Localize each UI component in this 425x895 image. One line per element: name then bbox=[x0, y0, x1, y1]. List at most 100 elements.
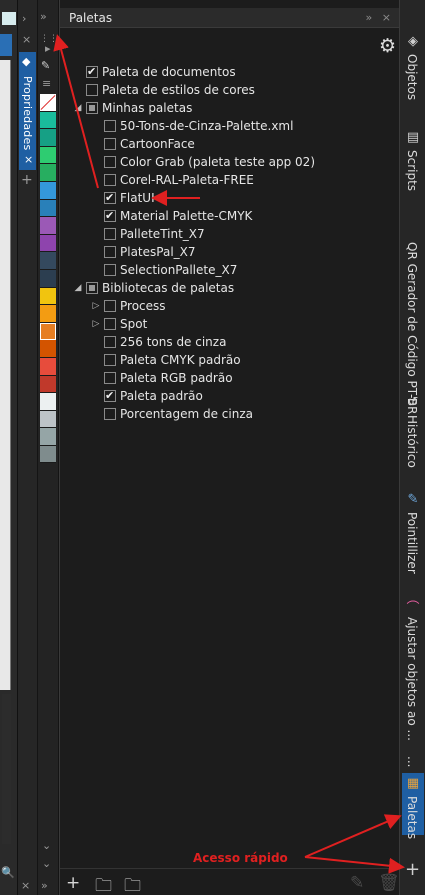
tree-row[interactable]: ▷ Process bbox=[60, 297, 400, 315]
palette-checkbox[interactable] bbox=[104, 228, 116, 240]
palette-checkbox[interactable] bbox=[104, 354, 116, 366]
palette-checkbox[interactable] bbox=[104, 300, 116, 312]
tree-row[interactable]: Color Grab (paleta teste app 02) bbox=[60, 153, 400, 171]
close-icon[interactable]: × bbox=[22, 34, 31, 46]
tree-row[interactable]: Corel-RAL-Paleta-FREE bbox=[60, 171, 400, 189]
color-swatch[interactable] bbox=[40, 129, 56, 147]
palette-checkbox[interactable] bbox=[104, 138, 116, 150]
color-swatch[interactable] bbox=[40, 252, 56, 270]
tree-row[interactable]: Paleta de documentos bbox=[60, 63, 400, 81]
docker-header-buttons[interactable]: » × bbox=[366, 11, 394, 24]
color-swatch[interactable] bbox=[40, 269, 56, 288]
tree-row[interactable]: ▷ Spot bbox=[60, 315, 400, 333]
tree-row[interactable]: CartoonFace bbox=[60, 135, 400, 153]
tree-row[interactable]: Material Palette-CMYK bbox=[60, 207, 400, 225]
palette-checkbox[interactable] bbox=[104, 336, 116, 348]
palette-checkbox[interactable] bbox=[104, 246, 116, 258]
tree-row[interactable]: FlatUI bbox=[60, 189, 400, 207]
delete-palette-icon[interactable]: 🗑 bbox=[378, 873, 400, 893]
color-swatch[interactable] bbox=[40, 217, 56, 235]
expand-arrow-icon[interactable]: ▷ bbox=[91, 315, 101, 333]
palette-checkbox[interactable] bbox=[104, 189, 116, 207]
palette-checkbox[interactable] bbox=[104, 318, 116, 330]
collapse-arrow-icon[interactable]: ◢ bbox=[73, 279, 83, 297]
color-swatch[interactable] bbox=[40, 199, 56, 218]
new-palette-from-selection-icon[interactable]: 🗀 bbox=[124, 873, 141, 895]
right-tab-scripts[interactable]: ▤ Scripts bbox=[402, 130, 424, 191]
palette-checkbox[interactable] bbox=[104, 387, 116, 405]
tree-row[interactable]: 256 tons de cinza bbox=[60, 333, 400, 351]
tree-row[interactable]: PlatesPal_X7 bbox=[60, 243, 400, 261]
palette-checkbox[interactable] bbox=[104, 372, 116, 384]
tree-row[interactable]: Paleta CMYK padrão bbox=[60, 351, 400, 369]
color-swatch[interactable] bbox=[40, 375, 56, 394]
palette-label: CartoonFace bbox=[120, 137, 195, 151]
color-swatch[interactable] bbox=[40, 322, 56, 341]
expand-palette-icon[interactable]: » bbox=[41, 880, 48, 892]
tree-row[interactable]: 50-Tons-de-Cinza-Palette.xml bbox=[60, 117, 400, 135]
document-page[interactable] bbox=[0, 60, 11, 690]
right-tab-ajustar-objetos-ao[interactable]: ⌒ Ajustar objetos ao ... bbox=[402, 597, 424, 741]
tree-row[interactable]: Paleta de estilos de cores bbox=[60, 81, 400, 99]
palette-checkbox[interactable] bbox=[86, 102, 98, 114]
tree-row[interactable]: Paleta padrão bbox=[60, 387, 400, 405]
tree-row[interactable]: ◢ Bibliotecas de paletas bbox=[60, 279, 400, 297]
palette-checkbox[interactable] bbox=[104, 408, 116, 420]
tree-row[interactable]: Paleta RGB padrão bbox=[60, 369, 400, 387]
palette-checkbox[interactable] bbox=[104, 174, 116, 186]
color-swatch[interactable] bbox=[40, 146, 56, 165]
right-tab-objetos[interactable]: ◈ Objetos bbox=[402, 34, 424, 100]
tree-row[interactable]: SelectionPallete_X7 bbox=[60, 261, 400, 279]
color-swatch[interactable] bbox=[40, 410, 56, 429]
palette-scroll-up-icon[interactable]: ▸ bbox=[45, 43, 51, 55]
palette-checkbox[interactable] bbox=[86, 84, 98, 96]
collapse-icon[interactable]: × bbox=[21, 880, 30, 892]
tab-propriedades[interactable]: ◆ Propriedades × bbox=[19, 52, 36, 170]
tree-row[interactable]: ◢ Minhas paletas bbox=[60, 99, 400, 117]
current-color-swatch[interactable] bbox=[2, 12, 16, 25]
zoom-icon[interactable]: 🔍 bbox=[1, 866, 15, 879]
color-swatch[interactable] bbox=[40, 287, 56, 306]
eyedropper-icon[interactable]: ✎ bbox=[41, 60, 50, 72]
no-color-swatch[interactable] bbox=[40, 94, 56, 112]
expand-icon[interactable]: › bbox=[22, 13, 26, 25]
right-tab-pointillizer[interactable]: ✎ Pointillizer bbox=[402, 492, 424, 574]
palette-checkbox[interactable] bbox=[104, 156, 116, 168]
open-palette-icon[interactable]: 🗀 bbox=[95, 873, 112, 895]
color-swatch[interactable] bbox=[40, 445, 56, 464]
tree-row[interactable]: PalleteTint_X7 bbox=[60, 225, 400, 243]
right-tab-[interactable]: ... bbox=[402, 752, 424, 767]
collapse-arrow-icon[interactable]: ◢ bbox=[73, 99, 83, 117]
vertical-scrollbar[interactable] bbox=[2, 694, 11, 844]
quick-access-add-icon[interactable]: + bbox=[405, 859, 420, 880]
palette-checkbox[interactable] bbox=[104, 207, 116, 225]
edit-palette-icon[interactable]: ✎ bbox=[350, 873, 364, 893]
palette-scroll-end-icon[interactable]: ⌄ bbox=[42, 858, 51, 870]
tree-row[interactable]: Porcentagem de cinza bbox=[60, 405, 400, 423]
palette-menu-icon[interactable]: ≡ bbox=[42, 78, 51, 90]
color-swatch[interactable] bbox=[40, 428, 56, 446]
palette-checkbox[interactable] bbox=[86, 63, 98, 81]
palette-checkbox[interactable] bbox=[86, 282, 98, 294]
add-docker-icon[interactable]: + bbox=[21, 173, 33, 187]
color-swatch[interactable] bbox=[40, 357, 56, 376]
right-tab-qr-gerador-de-c-digo-pt-br[interactable]: QR Gerador de Código PT-BR bbox=[402, 238, 424, 414]
color-swatch[interactable] bbox=[40, 181, 56, 200]
color-swatch[interactable] bbox=[40, 340, 56, 358]
collapse-palette-icon[interactable]: » bbox=[40, 11, 47, 23]
color-swatch[interactable] bbox=[40, 234, 56, 253]
palette-scroll-down-icon[interactable]: ⌄ bbox=[42, 840, 51, 852]
palette-checkbox[interactable] bbox=[104, 120, 116, 132]
color-swatch[interactable] bbox=[40, 393, 56, 411]
color-swatch[interactable] bbox=[40, 305, 56, 323]
new-palette-icon[interactable]: + bbox=[66, 873, 80, 893]
palette-checkbox[interactable] bbox=[104, 264, 116, 276]
color-swatch[interactable] bbox=[40, 164, 56, 182]
right-tab-hist-rico[interactable]: ↺ Histórico bbox=[402, 395, 424, 468]
document-tab-edge[interactable] bbox=[0, 34, 12, 56]
color-swatch[interactable] bbox=[40, 111, 56, 130]
close-tab-icon[interactable]: × bbox=[24, 154, 33, 166]
gear-icon[interactable]: ⚙ bbox=[379, 35, 396, 57]
right-tab-paletas[interactable]: ▦ Paletas bbox=[402, 773, 424, 839]
expand-arrow-icon[interactable]: ▷ bbox=[91, 297, 101, 315]
